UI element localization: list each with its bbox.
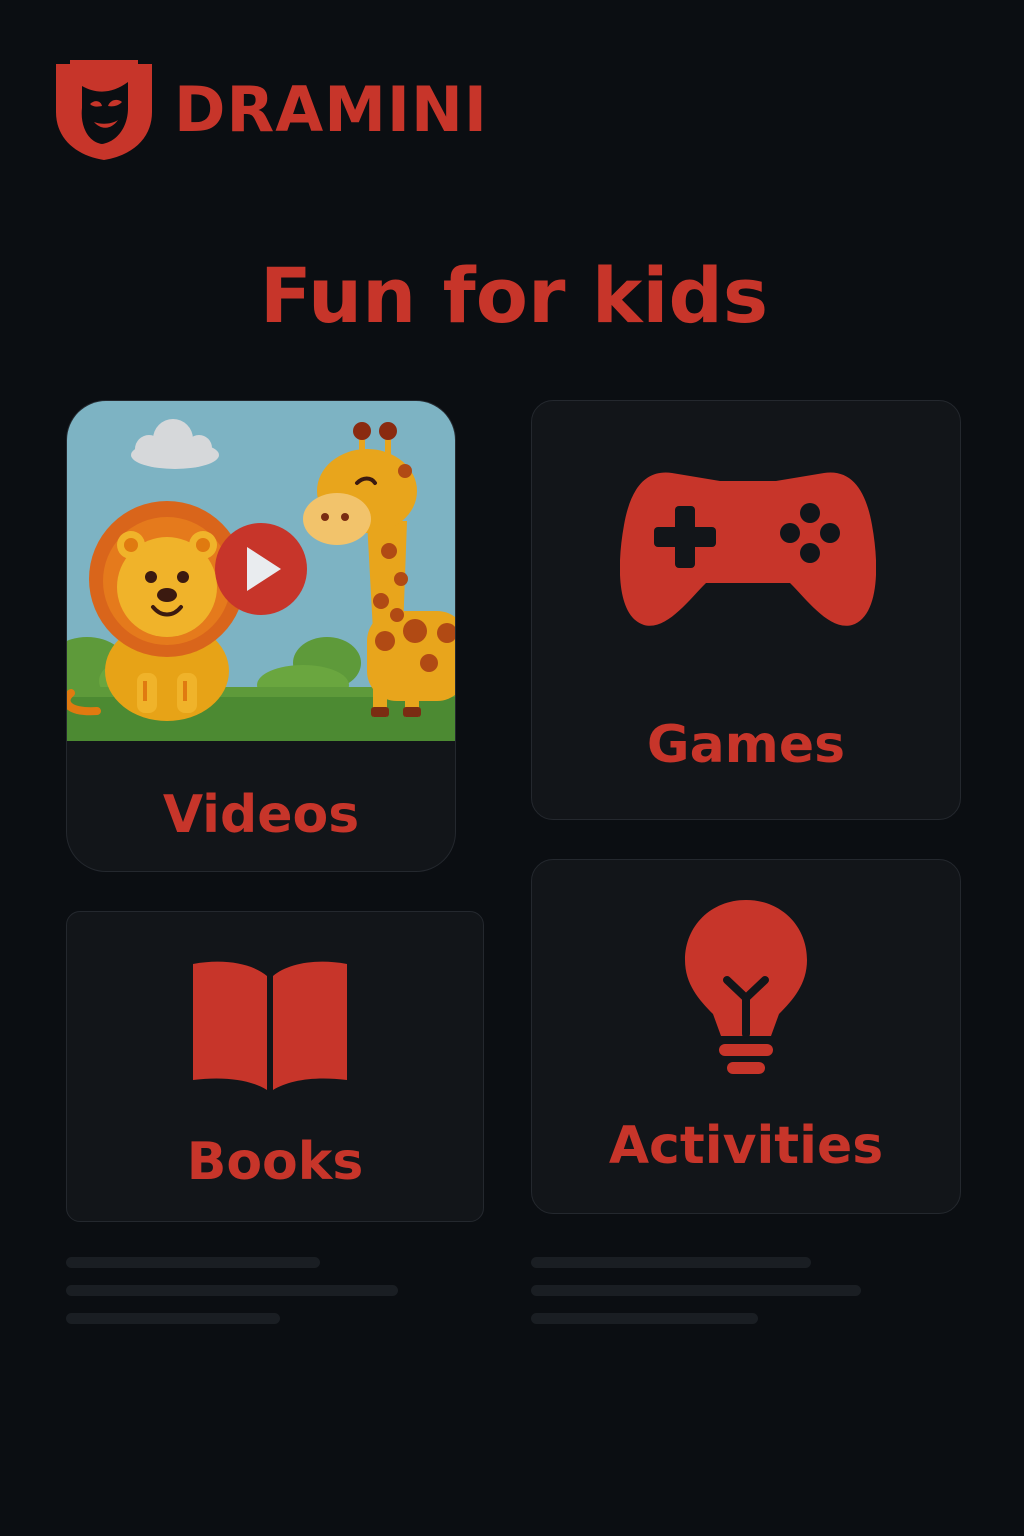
activities-card[interactable]: Activities (531, 859, 961, 1214)
open-book-icon (189, 960, 351, 1092)
games-card[interactable]: Games (531, 400, 961, 820)
videos-label: Videos (162, 785, 360, 845)
brand-header[interactable]: DRAMINI (56, 60, 488, 160)
skeleton-line (66, 1285, 398, 1296)
skeleton-line (531, 1313, 758, 1324)
skeleton-line (531, 1257, 811, 1268)
activities-label: Activities (608, 1116, 884, 1176)
books-label: Books (186, 1132, 364, 1192)
play-icon (215, 523, 307, 615)
page-title: Fun for kids (259, 251, 769, 340)
skeleton-line (531, 1285, 861, 1296)
home-screen: DRAMINI Fun for kids Videos Games Books … (0, 0, 1024, 1536)
skeleton-line (66, 1313, 280, 1324)
videos-thumbnail (67, 401, 455, 741)
games-label: Games (646, 715, 846, 775)
skeleton-line (66, 1257, 320, 1268)
lightbulb-icon (683, 898, 809, 1082)
theater-mask-shield-icon (56, 60, 152, 160)
brand-name: DRAMINI (174, 73, 488, 146)
videos-card[interactable]: Videos (66, 400, 456, 872)
gamepad-icon (620, 471, 876, 627)
books-card[interactable]: Books (66, 911, 484, 1222)
